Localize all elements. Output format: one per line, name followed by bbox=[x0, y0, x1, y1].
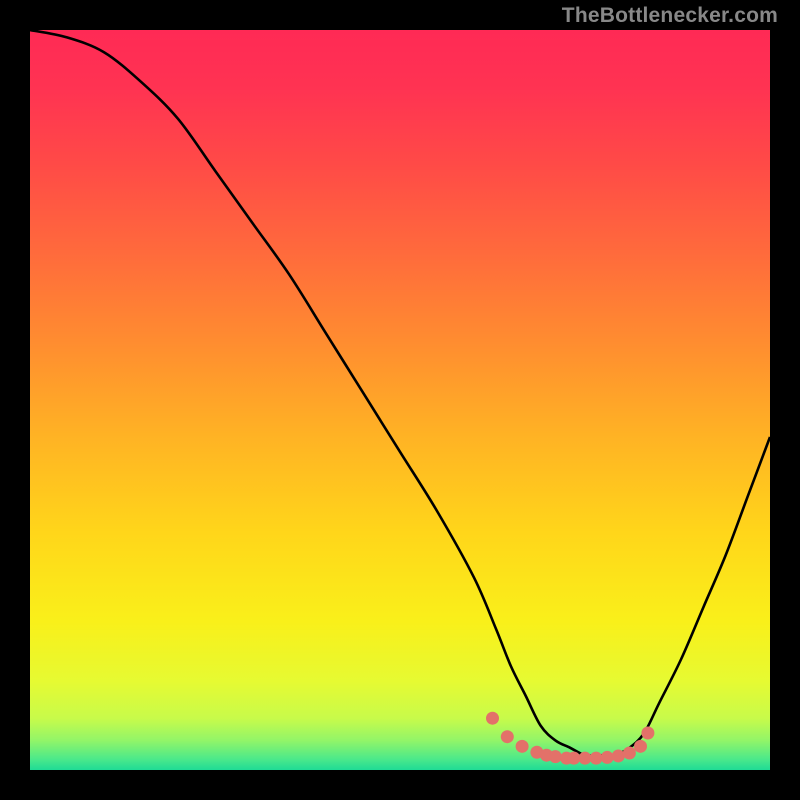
marker-dot bbox=[501, 730, 514, 743]
attribution-text: TheBottlenecker.com bbox=[562, 4, 778, 28]
marker-dot bbox=[601, 751, 614, 764]
marker-dot bbox=[516, 740, 529, 753]
marker-dot bbox=[590, 752, 603, 765]
chart-svg bbox=[30, 30, 770, 770]
marker-dot bbox=[623, 746, 636, 759]
marker-dot bbox=[579, 752, 592, 765]
plot-background bbox=[30, 30, 770, 770]
marker-dot bbox=[641, 727, 654, 740]
marker-dot bbox=[549, 750, 562, 763]
marker-dot bbox=[634, 740, 647, 753]
marker-dot bbox=[567, 752, 580, 765]
marker-dot bbox=[486, 712, 499, 725]
bottleneck-chart bbox=[30, 30, 770, 770]
marker-dot bbox=[612, 749, 625, 762]
